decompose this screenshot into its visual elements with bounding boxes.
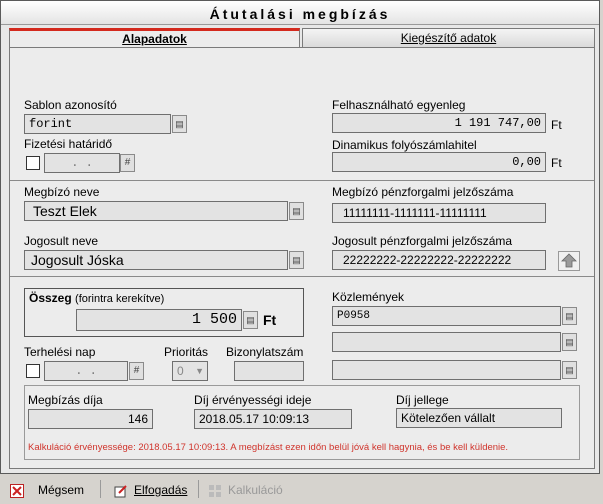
- section-divider-1: [10, 180, 594, 181]
- payer-account-field: 11111111-1111111-11111111: [332, 203, 546, 223]
- remarks-line-3[interactable]: [332, 360, 561, 380]
- amount-label: Összeg (forintra kerekítve): [29, 291, 164, 305]
- balance-label: Felhasználható egyenleg: [332, 98, 466, 112]
- remarks-line-1[interactable]: P0958: [332, 306, 561, 326]
- due-date-picker-button[interactable]: #: [120, 154, 135, 172]
- payer-name-field[interactable]: Teszt Elek: [24, 201, 288, 221]
- payee-lookup-button[interactable]: ▤: [289, 251, 304, 269]
- toolbar-separator: [198, 480, 199, 498]
- remarks-line-1-button[interactable]: ▤: [562, 307, 577, 325]
- validity-label: Díj érvényességi ideje: [194, 393, 312, 407]
- payee-account-field[interactable]: 22222222-22222222-22222222: [332, 250, 546, 270]
- accept-button-label: Elfogadás: [134, 483, 188, 497]
- template-label: Sablon azonosító: [24, 98, 117, 112]
- amount-title: Összeg: [29, 291, 72, 305]
- amount-unit: Ft: [263, 312, 277, 328]
- cancel-button-label: Mégsem: [38, 483, 85, 497]
- tab-kiegeszito-label: Kiegészítő adatok: [400, 31, 497, 45]
- debit-day-picker-button[interactable]: #: [129, 362, 144, 380]
- accept-button[interactable]: Elfogadás: [114, 480, 187, 500]
- remarks-label: Közlemények: [332, 290, 405, 304]
- balance-field: 1 191 747,00: [332, 113, 546, 133]
- fee-type-label: Díj jellege: [396, 393, 449, 407]
- debit-day-checkbox[interactable]: [26, 364, 40, 378]
- credit-unit: Ft: [551, 156, 562, 170]
- priority-select[interactable]: 0 ▼: [172, 361, 208, 381]
- edit-icon: [114, 484, 128, 498]
- remarks-line-2[interactable]: [332, 332, 561, 352]
- fee-type-field: Kötelezően vállalt: [396, 408, 562, 428]
- validity-field: 2018.05.17 10:09:13: [194, 409, 352, 429]
- debit-day-field[interactable]: . .: [44, 361, 128, 381]
- tab-alapadatok-label: Alapadatok: [122, 32, 187, 46]
- transfer-window: Átutalási megbízás Alapadatok Kiegészítő…: [0, 0, 600, 474]
- fee-field: 146: [28, 409, 153, 429]
- credit-field: 0,00: [332, 152, 546, 172]
- payer-lookup-button[interactable]: ▤: [289, 202, 304, 220]
- payer-account-label: Megbízó pénzforgalmi jelzőszáma: [332, 185, 514, 199]
- calculation-button[interactable]: Kalkuláció: [208, 480, 283, 500]
- payee-name-label: Jogosult neve: [24, 234, 99, 248]
- bottom-toolbar: Mégsem Elfogadás Kalkuláció: [0, 476, 603, 503]
- due-date-checkbox[interactable]: [26, 156, 40, 170]
- close-icon: [10, 483, 24, 498]
- remarks-line-3-button[interactable]: ▤: [562, 361, 577, 379]
- fee-label: Megbízás díja: [28, 393, 103, 407]
- calculation-notice: Kalkuláció érvényessége: 2018.05.17 10:0…: [28, 442, 509, 453]
- main-panel: Sablon azonosító forint ▤ Fizetési határ…: [9, 47, 595, 469]
- payer-name-label: Megbízó neve: [24, 185, 100, 199]
- doc-number-field[interactable]: [234, 361, 304, 381]
- priority-value: 0: [177, 364, 184, 378]
- template-field[interactable]: forint: [24, 114, 171, 134]
- due-date-label: Fizetési határidő: [24, 137, 113, 151]
- tab-kiegeszito[interactable]: Kiegészítő adatok: [302, 28, 595, 48]
- tab-alapadatok[interactable]: Alapadatok: [9, 28, 300, 48]
- amount-sublabel: (forintra kerekítve): [75, 293, 165, 305]
- template-lookup-button[interactable]: ▤: [172, 115, 187, 133]
- payee-account-label: Jogosult pénzforgalmi jelzőszáma: [332, 234, 513, 248]
- payee-name-field[interactable]: Jogosult Jóska: [24, 250, 288, 270]
- remarks-line-2-button[interactable]: ▤: [562, 333, 577, 351]
- cancel-button[interactable]: Mégsem: [10, 480, 84, 500]
- chevron-down-icon: ▼: [195, 366, 204, 376]
- debit-day-label: Terhelési nap: [24, 345, 96, 359]
- due-date-field[interactable]: . .: [44, 153, 120, 173]
- calculator-button[interactable]: ▤: [243, 311, 258, 329]
- toolbar-separator: [100, 480, 101, 498]
- balance-unit: Ft: [551, 118, 562, 132]
- amount-field[interactable]: 1 500: [76, 309, 242, 331]
- credit-label: Dinamikus folyószámlahitel: [332, 138, 477, 152]
- calculation-button-label: Kalkuláció: [228, 483, 283, 497]
- upload-arrow-icon[interactable]: [558, 251, 580, 271]
- grid-icon: [208, 484, 222, 498]
- priority-label: Prioritás: [164, 345, 209, 359]
- doc-number-label: Bizonylatszám: [226, 345, 304, 359]
- section-divider-2: [10, 276, 594, 277]
- window-title: Átutalási megbízás: [1, 1, 599, 25]
